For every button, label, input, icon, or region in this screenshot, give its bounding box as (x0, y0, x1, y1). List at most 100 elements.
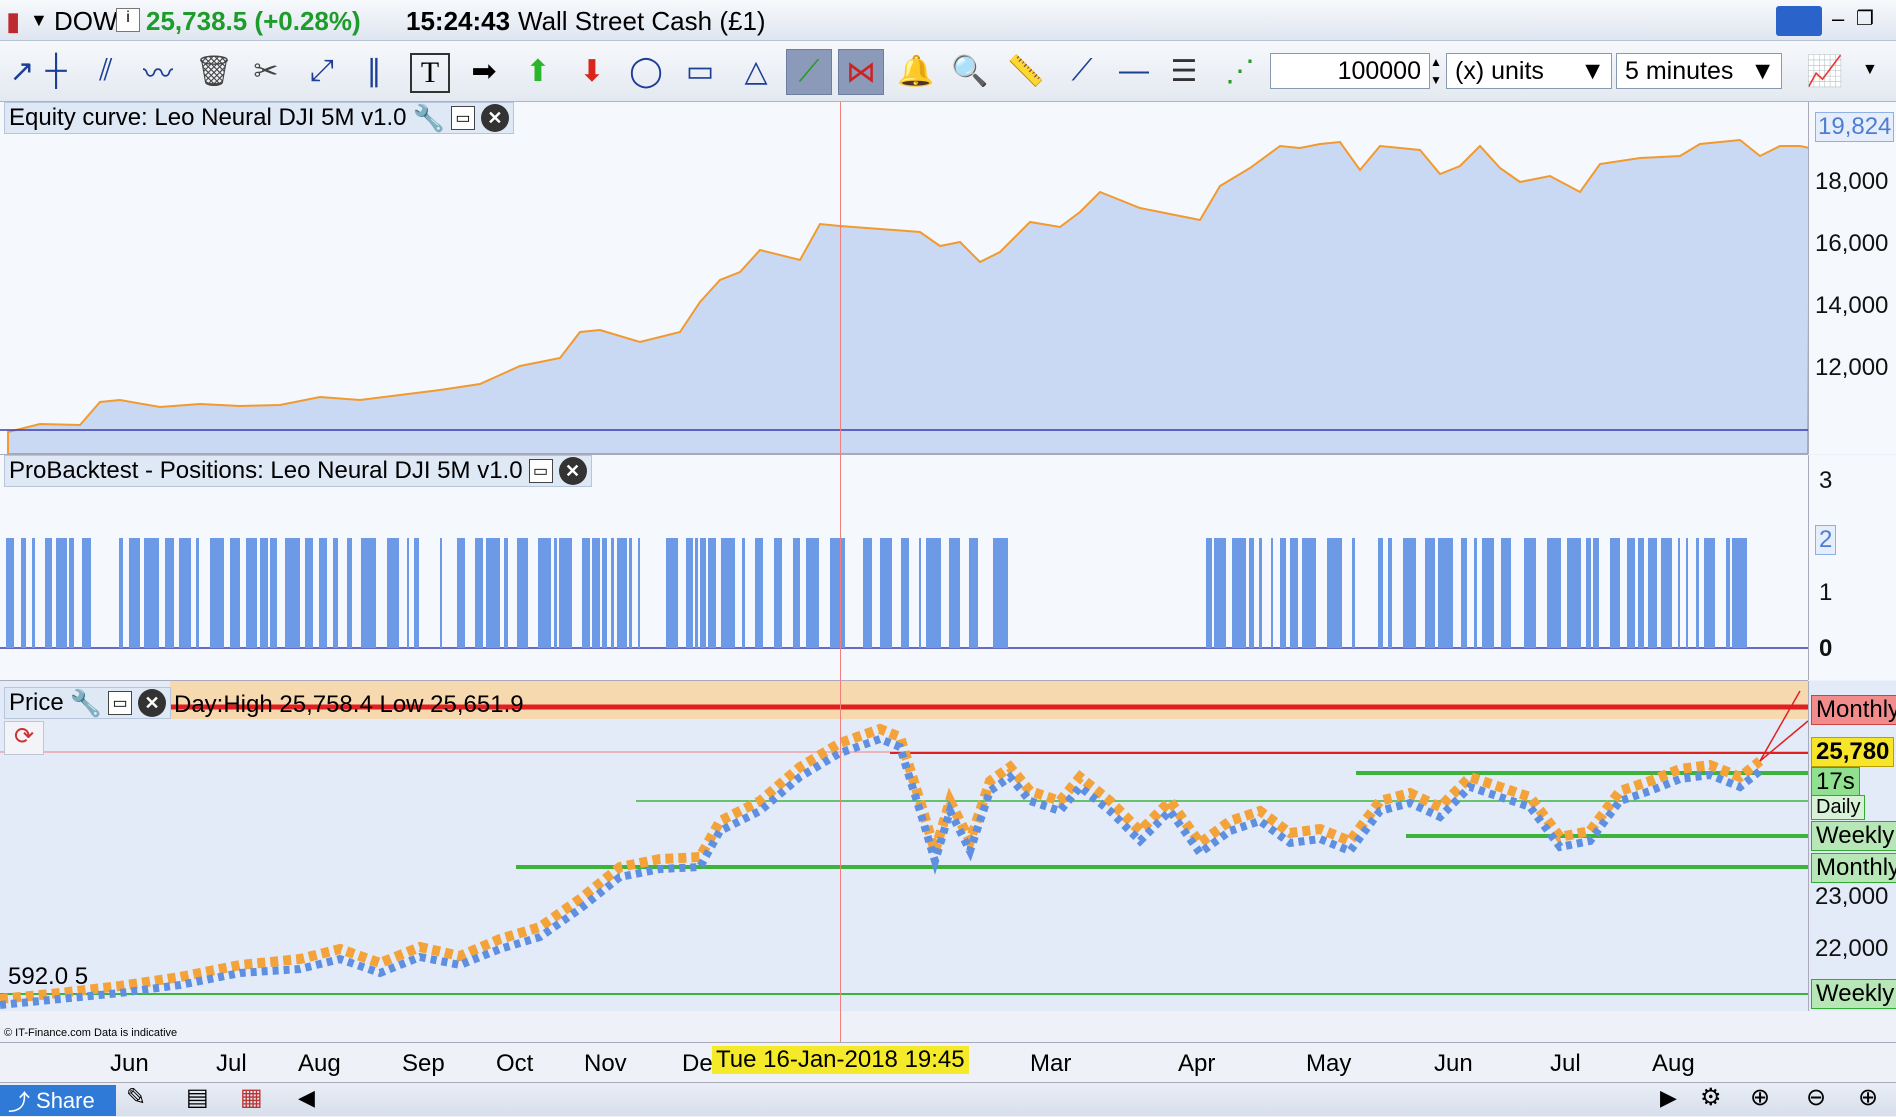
bell-icon[interactable]: 🔔 (894, 49, 938, 93)
level-tag-weekly: Weekly (1811, 821, 1896, 851)
position-bar (592, 538, 600, 648)
settings-icon[interactable]: ⚙ (1700, 1083, 1722, 1112)
position-bar (611, 538, 614, 648)
price-panel: Price 🔧 ▭ ✕ Day:High 25,758.4 Low 25,651… (0, 681, 1808, 1039)
layers-icon[interactable]: ▦ (240, 1083, 263, 1112)
close-icon[interactable]: ✕ (558, 457, 587, 485)
position-bar (926, 538, 941, 648)
window-icon[interactable]: ▭ (450, 106, 475, 130)
keyboard-icon[interactable] (1776, 6, 1822, 36)
close-icon[interactable]: ✕ (138, 689, 167, 717)
instrument-name[interactable]: DOW (54, 6, 118, 37)
position-bar (1704, 538, 1715, 648)
chevron-down-icon[interactable]: ▼ (30, 10, 48, 31)
window-icon[interactable]: ▭ (528, 459, 553, 483)
position-bar (1567, 538, 1581, 648)
chevron-down-icon: ▼ (1580, 57, 1605, 85)
ruler-icon[interactable]: 📏 (1004, 49, 1048, 93)
position-bar (6, 538, 14, 648)
position-bar (517, 538, 528, 648)
ray-icon[interactable]: ⟋ (1060, 49, 1104, 93)
share-button[interactable]: ⤴ Share (0, 1085, 116, 1116)
document-icon[interactable]: ▤ (186, 1083, 209, 1112)
horizontal-line-icon[interactable]: — (1112, 49, 1156, 93)
tools-icon[interactable]: ✂ (244, 49, 288, 93)
text-icon[interactable]: T (410, 53, 450, 93)
month-label: Jun (1434, 1050, 1473, 1077)
price-tick: 23,000 (1815, 883, 1889, 910)
minimize-icon[interactable]: – (1832, 6, 1844, 32)
title-bar: ▮ ▼ DOW i 25,738.5 (+0.28%) 15:24:43 Wal… (0, 0, 1896, 41)
candlestick-icon[interactable]: ▮ (6, 6, 20, 37)
quantity-stepper[interactable]: ▲ ▼ (1430, 53, 1442, 89)
trash-icon[interactable]: 🗑 (192, 49, 236, 93)
quantity-input[interactable]: 100000 (1270, 53, 1430, 89)
zoom-fit-icon[interactable]: ⊕ (1750, 1083, 1770, 1112)
wrench-icon[interactable]: 🔧 (70, 688, 102, 719)
triangle-icon[interactable]: △ (734, 49, 778, 93)
price-y-axis: Monthly 25,780 17s Daily Weekly Monthly … (1808, 681, 1896, 1011)
position-bar (880, 538, 892, 648)
channel-icon[interactable]: ⋈ (838, 49, 884, 95)
scroll-left-icon[interactable]: ◀ (298, 1085, 315, 1111)
chart-icon[interactable]: ⟋ (786, 49, 832, 95)
position-bar (361, 538, 376, 648)
month-label: Jun (110, 1050, 149, 1077)
rectangle-icon[interactable]: ▭ (678, 49, 722, 93)
month-label: Apr (1178, 1050, 1216, 1077)
zoom-in-icon[interactable]: ⊕ (1858, 1083, 1878, 1112)
arrow-down-icon[interactable]: ⬇ (570, 49, 614, 93)
trendline-icon[interactable]: ⤢ (300, 49, 344, 93)
position-bar (1686, 538, 1688, 648)
position-bar (165, 538, 174, 648)
info-icon[interactable]: i (116, 8, 140, 32)
indicators-icon[interactable]: 📈 (1790, 49, 1860, 93)
position-bar (21, 538, 26, 648)
position-bar (270, 538, 277, 648)
position-bar (1732, 538, 1747, 648)
lines-icon[interactable]: ⫽ (84, 49, 128, 93)
level-tag-monthly-support: Monthly (1811, 853, 1896, 883)
fib-fan-icon[interactable]: ⋰ (1218, 49, 1262, 93)
zoom-icon[interactable]: 🔍 (948, 49, 992, 93)
zoom-out-icon[interactable]: ⊖ (1806, 1083, 1826, 1112)
arrow-right-icon[interactable]: ➡ (462, 49, 506, 93)
position-bar (1726, 538, 1730, 648)
position-bar (475, 538, 483, 648)
share-label: Share (36, 1087, 95, 1113)
tools-icon[interactable]: ✎ (126, 1083, 146, 1112)
price-tick: 22,000 (1815, 935, 1889, 962)
restore-icon[interactable]: ❐ (1856, 6, 1874, 31)
parallel-icon[interactable]: ∥ (352, 49, 396, 93)
position-bar (407, 538, 409, 648)
market-name: Wall Street Cash (£1) (518, 6, 766, 36)
refresh-icon[interactable]: ⟳ (4, 721, 44, 755)
ellipse-icon[interactable]: ◯ (624, 49, 668, 93)
position-bar (333, 538, 338, 648)
timeframe-select[interactable]: 5 minutes ▼ (1616, 53, 1782, 89)
position-bar (32, 538, 35, 648)
month-label: Nov (584, 1050, 627, 1077)
units-select[interactable]: (x) units ▼ (1446, 53, 1612, 89)
chevron-down-icon: ▼ (1750, 57, 1775, 85)
close-icon[interactable]: ✕ (480, 104, 509, 132)
positions-panel: ProBacktest - Positions: Leo Neural DJI … (0, 455, 1808, 681)
price-chart (0, 681, 1808, 1009)
position-bar (1678, 538, 1680, 648)
level-tag-weekly-low: Weekly (1811, 979, 1896, 1009)
chevron-down-icon[interactable]: ▼ (1862, 61, 1878, 79)
position-bar (260, 538, 268, 648)
position-bar (1378, 538, 1383, 648)
month-label: Sep (402, 1050, 445, 1077)
scroll-right-icon[interactable]: ▶ (1660, 1085, 1677, 1111)
wrench-icon[interactable]: 🔧 (413, 103, 445, 134)
status-bar: ⤴ Share ✎ ▤ ▦ ◀ ▶ ⚙ ⊕ ⊖ ⊕ (0, 1082, 1896, 1116)
wave-icon[interactable]: 〰 (136, 49, 180, 93)
equity-tick: 16,000 (1815, 230, 1889, 257)
window-icon[interactable]: ▭ (108, 691, 133, 715)
crosshair-icon[interactable]: ┼ (34, 49, 78, 93)
arrow-up-icon[interactable]: ⬆ (516, 49, 560, 93)
price-bottom-label: 592.0 5 (8, 963, 89, 990)
fibonacci-icon[interactable]: ☰ (1162, 49, 1206, 93)
position-bar (774, 538, 782, 648)
